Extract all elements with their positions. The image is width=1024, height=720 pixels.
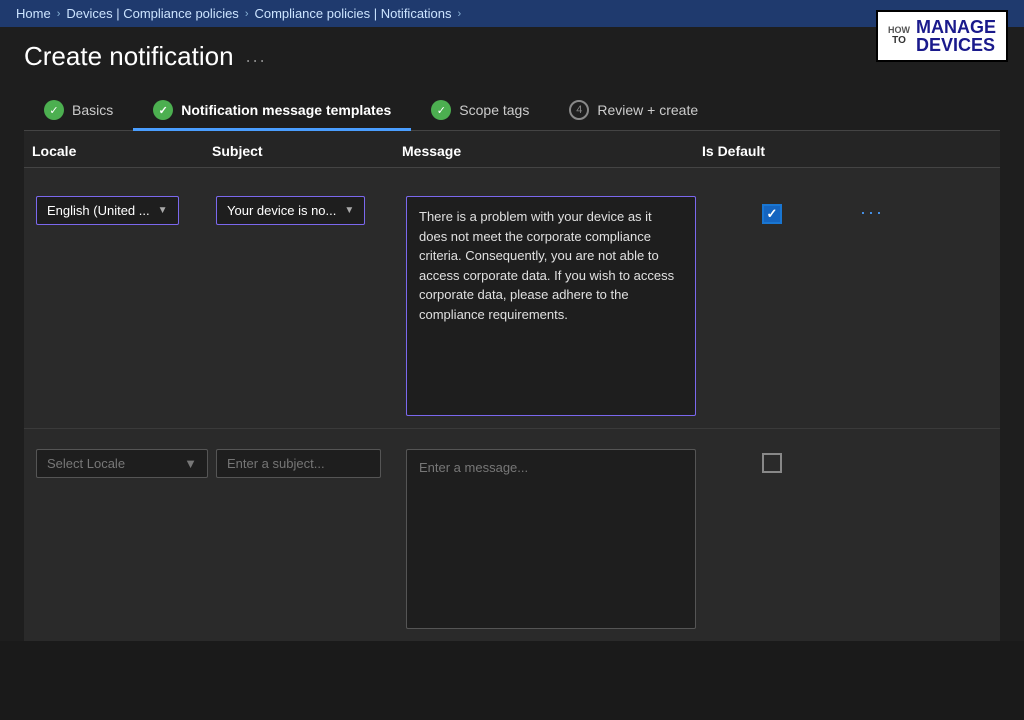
page-title-row: Create notification ... bbox=[24, 41, 1000, 72]
subject-value: Your device is no... bbox=[227, 203, 336, 218]
tab-check-basics: ✓ bbox=[44, 100, 64, 120]
logo-how: HOW bbox=[888, 26, 910, 36]
col-header-actions bbox=[842, 143, 902, 159]
breadcrumb-notifications[interactable]: Compliance policies | Notifications bbox=[254, 6, 451, 21]
new-actions-cell bbox=[842, 445, 902, 453]
new-message-textarea[interactable]: Enter a message... bbox=[406, 449, 696, 629]
new-subject-input[interactable] bbox=[216, 449, 381, 478]
subject-dropdown[interactable]: Your device is no... ▼ bbox=[216, 196, 365, 225]
row-actions-cell: ··· bbox=[842, 184, 902, 231]
header-area: Create notification ... ✓ Basics ✓ Notif… bbox=[0, 27, 1024, 131]
col-header-message: Message bbox=[402, 143, 702, 159]
tab-basics-label: Basics bbox=[72, 102, 113, 118]
row-isdefault-cell bbox=[702, 184, 842, 228]
tab-num-review: 4 bbox=[569, 100, 589, 120]
tab-review-create[interactable]: 4 Review + create bbox=[549, 90, 718, 130]
col-header-isdefault: Is Default bbox=[702, 143, 842, 159]
new-isdefault-checkbox[interactable] bbox=[762, 453, 782, 473]
tab-review-label: Review + create bbox=[597, 102, 698, 118]
table-body: English (United ... ▼ Your device is no.… bbox=[24, 168, 1000, 641]
tabs-row: ✓ Basics ✓ Notification message template… bbox=[24, 90, 1000, 131]
new-subject-cell bbox=[212, 445, 402, 482]
isdefault-checkbox[interactable] bbox=[762, 204, 782, 224]
col-header-subject: Subject bbox=[212, 143, 402, 159]
chevron-icon-3: › bbox=[458, 8, 462, 20]
row-more-options-button[interactable]: ··· bbox=[852, 198, 892, 227]
row-locale-cell: English (United ... ▼ bbox=[32, 184, 212, 229]
tab-templates-label: Notification message templates bbox=[181, 102, 391, 118]
logo-manage: MANAGE bbox=[916, 18, 996, 36]
row-message-cell: There is a problem with your device as i… bbox=[402, 184, 702, 420]
locale-dropdown[interactable]: English (United ... ▼ bbox=[36, 196, 179, 225]
page-title: Create notification bbox=[24, 41, 234, 72]
row-subject-cell: Your device is no... ▼ bbox=[212, 184, 402, 229]
main-content: Locale Subject Message Is Default Englis… bbox=[0, 131, 1024, 641]
message-content: There is a problem with your device as i… bbox=[406, 196, 696, 416]
tab-notification-templates[interactable]: ✓ Notification message templates bbox=[133, 90, 411, 130]
logo: HOW TO MANAGE DEVICES bbox=[876, 10, 1008, 62]
tab-basics[interactable]: ✓ Basics bbox=[24, 90, 133, 130]
new-locale-dropdown[interactable]: Select Locale ▼ bbox=[36, 449, 208, 478]
new-locale-chevron-icon: ▼ bbox=[184, 456, 197, 471]
tab-scope-label: Scope tags bbox=[459, 102, 529, 118]
table-header: Locale Subject Message Is Default bbox=[24, 131, 1000, 168]
tab-check-scope: ✓ bbox=[431, 100, 451, 120]
chevron-icon: › bbox=[57, 8, 61, 20]
new-locale-cell: Select Locale ▼ bbox=[32, 445, 212, 482]
new-message-placeholder-text: Enter a message... bbox=[419, 460, 528, 475]
new-locale-placeholder: Select Locale bbox=[47, 456, 125, 471]
col-header-locale: Locale bbox=[32, 143, 212, 159]
subject-chevron-icon: ▼ bbox=[344, 205, 354, 216]
title-options-button[interactable]: ... bbox=[246, 46, 267, 67]
locale-chevron-icon: ▼ bbox=[158, 205, 168, 216]
table-row: English (United ... ▼ Your device is no.… bbox=[24, 168, 1000, 429]
breadcrumb-home[interactable]: Home bbox=[16, 6, 51, 21]
new-message-cell: Enter a message... bbox=[402, 445, 702, 633]
tab-scope-tags[interactable]: ✓ Scope tags bbox=[411, 90, 549, 130]
breadcrumb-compliance[interactable]: Devices | Compliance policies bbox=[66, 6, 238, 21]
new-isdefault-cell bbox=[702, 445, 842, 477]
logo-devices: DEVICES bbox=[916, 36, 996, 54]
chevron-icon-2: › bbox=[245, 8, 249, 20]
breadcrumb-bar: Home › Devices | Compliance policies › C… bbox=[0, 0, 1024, 27]
logo-to: TO bbox=[892, 35, 906, 46]
table-row-new: Select Locale ▼ Enter a message... bbox=[24, 429, 1000, 641]
tab-check-templates: ✓ bbox=[153, 100, 173, 120]
locale-value: English (United ... bbox=[47, 203, 150, 218]
